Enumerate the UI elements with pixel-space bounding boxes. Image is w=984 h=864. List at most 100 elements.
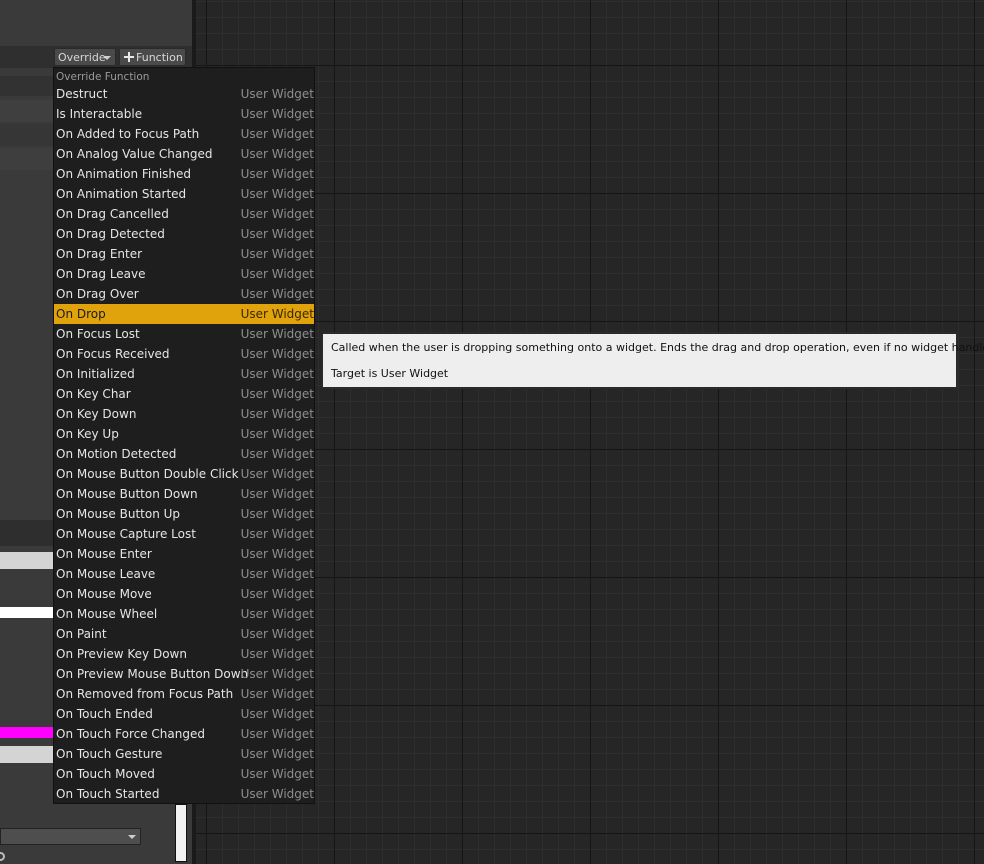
menu-item[interactable]: On Touch Moved User Widget	[54, 764, 314, 784]
menu-item-category: User Widget	[240, 387, 314, 401]
menu-item-category: User Widget	[240, 407, 314, 421]
function-label: Function	[136, 51, 183, 64]
menu-item[interactable]: On Drag Cancelled User Widget	[54, 204, 314, 224]
menu-item[interactable]: On Animation Finished User Widget	[54, 164, 314, 184]
menu-item-category: User Widget	[240, 547, 314, 561]
menu-item[interactable]: On Mouse Enter User Widget	[54, 544, 314, 564]
menu-item-category: User Widget	[240, 787, 314, 801]
menu-item-label: On Added to Focus Path	[56, 127, 200, 141]
menu-item[interactable]: On Focus Received User Widget	[54, 344, 314, 364]
menu-item-label: On Removed from Focus Path	[56, 687, 234, 701]
menu-item-category: User Widget	[240, 187, 314, 201]
menu-item-label: On Drag Leave	[56, 267, 146, 281]
menu-item[interactable]: Destruct User Widget	[54, 84, 314, 104]
menu-item[interactable]: On Touch Gesture User Widget	[54, 744, 314, 764]
color-swatch-magenta[interactable]	[0, 727, 53, 738]
menu-item[interactable]: On Mouse Wheel User Widget	[54, 604, 314, 624]
override-button[interactable]: Override	[54, 48, 116, 66]
menu-item-category: User Widget	[240, 667, 314, 681]
menu-item[interactable]: On Mouse Move User Widget	[54, 584, 314, 604]
menu-item-label: On Focus Received	[56, 347, 170, 361]
menu-item-category: User Widget	[240, 567, 314, 581]
menu-item[interactable]: On Key Up User Widget	[54, 424, 314, 444]
menu-item[interactable]: On Touch Force Changed User Widget	[54, 724, 314, 744]
menu-item-label: On Touch Gesture	[56, 747, 163, 761]
override-function-menu[interactable]: Override Function Destruct User Widget Is …	[53, 67, 315, 804]
menu-item-category: User Widget	[240, 687, 314, 701]
menu-item-label: On Mouse Button Double Click	[56, 467, 239, 481]
menu-item-category: User Widget	[240, 207, 314, 221]
menu-item-category: User Widget	[240, 87, 314, 101]
menu-item[interactable]: On Added to Focus Path User Widget	[54, 124, 314, 144]
menu-item-category: User Widget	[240, 587, 314, 601]
menu-item-label: On Paint	[56, 627, 107, 641]
menu-item-label: On Drag Cancelled	[56, 207, 169, 221]
menu-item-label: On Touch Force Changed	[56, 727, 205, 741]
menu-item[interactable]: On Drag Detected User Widget	[54, 224, 314, 244]
tooltip-description: Called when the user is dropping somethi…	[331, 341, 984, 354]
menu-item[interactable]: On Drag Leave User Widget	[54, 264, 314, 284]
menu-item-category: User Widget	[240, 747, 314, 761]
menu-item[interactable]: On Preview Key Down User Widget	[54, 644, 314, 664]
menu-item[interactable]: On Mouse Leave User Widget	[54, 564, 314, 584]
scrollbar-thumb[interactable]	[175, 804, 187, 862]
menu-item[interactable]: On Motion Detected User Widget	[54, 444, 314, 464]
menu-item-category: User Widget	[240, 227, 314, 241]
menu-item[interactable]: On Touch Ended User Widget	[54, 704, 314, 724]
menu-item-label: On Motion Detected	[56, 447, 177, 461]
menu-item[interactable]: On Drop User Widget	[54, 304, 314, 324]
menu-item[interactable]: On Animation Started User Widget	[54, 184, 314, 204]
menu-item[interactable]: On Analog Value Changed User Widget	[54, 144, 314, 164]
menu-item[interactable]: On Paint User Widget	[54, 624, 314, 644]
details-field[interactable]	[0, 552, 53, 569]
menu-item[interactable]: On Mouse Button Down User Widget	[54, 484, 314, 504]
menu-item-label: On Touch Ended	[56, 707, 153, 721]
color-swatch-white[interactable]	[0, 607, 53, 618]
menu-item[interactable]: On Touch Started User Widget	[54, 784, 314, 803]
chevron-down-icon	[128, 835, 136, 839]
menu-item-label: On Mouse Move	[56, 587, 152, 601]
menu-item-category: User Widget	[240, 627, 314, 641]
tooltip-target: Target is User Widget	[331, 367, 449, 380]
menu-item-label: On Touch Moved	[56, 767, 155, 781]
menu-item-label: On Mouse Button Down	[56, 487, 198, 501]
menu-item-category: User Widget	[240, 167, 314, 181]
menu-item-label: On Touch Started	[56, 787, 160, 801]
menu-item-category: User Widget	[240, 247, 314, 261]
menu-item-category: User Widget	[240, 307, 314, 321]
menu-item[interactable]: On Drag Enter User Widget	[54, 244, 314, 264]
menu-item[interactable]: On Focus Lost User Widget	[54, 324, 314, 344]
editor-window: Override Function Override Function Dest…	[0, 0, 984, 864]
menu-item-category: User Widget	[240, 607, 314, 621]
menu-item[interactable]: On Mouse Capture Lost User Widget	[54, 524, 314, 544]
menu-header: Override Function	[56, 71, 150, 83]
add-function-button[interactable]: Function	[119, 48, 186, 66]
menu-item[interactable]: Is Interactable User Widget	[54, 104, 314, 124]
menu-item-label: On Drag Detected	[56, 227, 165, 241]
menu-item-category: User Widget	[240, 647, 314, 661]
menu-item[interactable]: On Drag Over User Widget	[54, 284, 314, 304]
menu-item-category: User Widget	[240, 527, 314, 541]
menu-item-category: User Widget	[240, 507, 314, 521]
bottom-combo-box[interactable]	[0, 828, 141, 845]
menu-item-category: User Widget	[240, 707, 314, 721]
menu-item[interactable]: On Key Down User Widget	[54, 404, 314, 424]
menu-item-label: Is Interactable	[56, 107, 143, 121]
function-tooltip: Called when the user is dropping somethi…	[321, 332, 984, 389]
menu-item-label: On Initialized	[56, 367, 135, 381]
search-icon[interactable]	[0, 852, 5, 861]
menu-item-category: User Widget	[240, 287, 314, 301]
menu-item[interactable]: On Preview Mouse Button Down User Widget	[54, 664, 314, 684]
menu-item[interactable]: On Initialized User Widget	[54, 364, 314, 384]
menu-item[interactable]: On Key Char User Widget	[54, 384, 314, 404]
menu-item-category: User Widget	[240, 487, 314, 501]
menu-item-category: User Widget	[240, 327, 314, 341]
menu-item-category: User Widget	[240, 767, 314, 781]
menu-item-category: User Widget	[240, 467, 314, 481]
menu-item[interactable]: On Mouse Button Double Click User Widget	[54, 464, 314, 484]
menu-item-label: On Animation Finished	[56, 167, 192, 181]
menu-item-label: On Mouse Enter	[56, 547, 152, 561]
details-field[interactable]	[0, 746, 53, 763]
menu-item[interactable]: On Removed from Focus Path User Widget	[54, 684, 314, 704]
menu-item[interactable]: On Mouse Button Up User Widget	[54, 504, 314, 524]
